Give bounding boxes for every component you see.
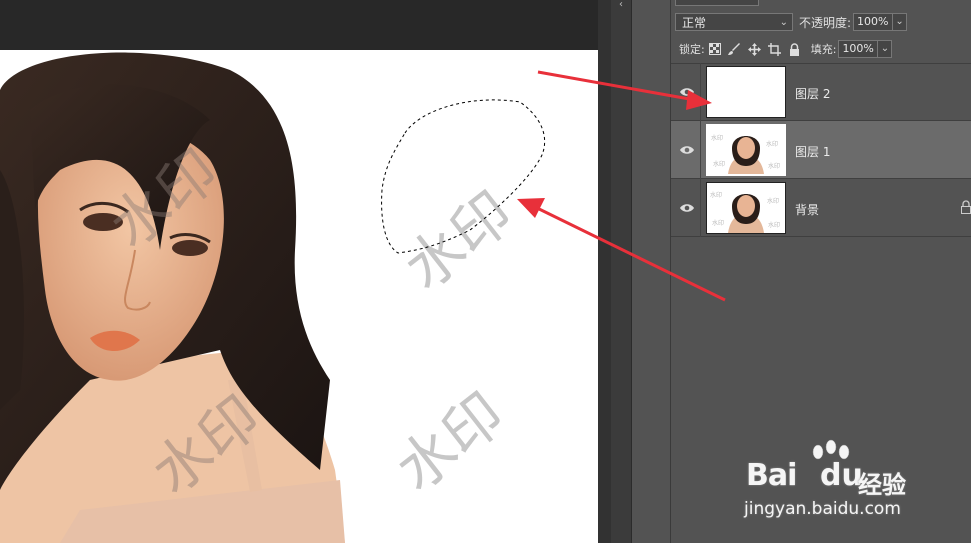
layer-name[interactable]: 背景 [795, 201, 819, 218]
opacity-input[interactable]: 100% [853, 13, 894, 31]
move-icon[interactable] [748, 42, 762, 56]
svg-text:水印: 水印 [713, 160, 725, 168]
opacity-label: 不透明度: [799, 15, 852, 30]
layer-thumbnail: 水印 水印 水印 水印 [706, 124, 786, 176]
eye-icon[interactable] [679, 200, 695, 216]
layer-name[interactable]: 图层 2 [795, 85, 830, 102]
baidu-url: jingyan.baidu.com [744, 499, 901, 519]
layer-lock-icon[interactable] [961, 200, 971, 214]
canvas-watermark: 水印 [392, 178, 525, 303]
svg-text:水印: 水印 [711, 134, 723, 142]
panel-collapse-strip: ‹ [611, 0, 632, 543]
canvas-watermark: 水印 [384, 379, 517, 504]
eye-icon[interactable] [679, 142, 695, 158]
baidu-brand-jingyan: 经验 [858, 471, 906, 499]
layer-filter-dropdown[interactable] [675, 0, 759, 6]
layer-thumbnail [706, 66, 786, 118]
fill-input[interactable]: 100% [838, 40, 879, 58]
layer-name[interactable]: 图层 1 [795, 143, 830, 160]
lock-all-icon[interactable] [788, 42, 802, 56]
canvas-workspace[interactable]: 水印 水印 水印 水印 [0, 0, 611, 543]
panel-dock-gutter [632, 0, 671, 543]
lock-fill-row: 锁定: 填充: 100% ⌄ [671, 39, 971, 59]
document-canvas[interactable]: 水印 水印 水印 水印 [0, 50, 598, 543]
svg-text:水印: 水印 [767, 197, 779, 205]
baidu-brand-bai: Bai [746, 458, 797, 493]
lock-label: 锁定: [679, 43, 705, 56]
artboard-icon[interactable] [768, 42, 782, 56]
fill-label: 填充: [810, 43, 837, 56]
brush-icon[interactable] [728, 42, 742, 56]
chevron-down-icon[interactable]: ⌄ [893, 13, 908, 31]
baidu-brand-du: du [820, 458, 863, 493]
svg-text:水印: 水印 [768, 162, 780, 170]
chevron-down-icon[interactable]: ⌄ [878, 40, 893, 58]
layer-row-layer1[interactable]: 水印 水印 水印 水印 图层 1 [671, 121, 971, 179]
canvas-scroll-edge [598, 0, 611, 543]
svg-text:水印: 水印 [710, 191, 722, 199]
layer-row-layer2[interactable]: 图层 2 [671, 63, 971, 121]
layer-row-background[interactable]: 水印 水印 水印 水印 背景 [671, 179, 971, 237]
svg-text:水印: 水印 [768, 221, 780, 229]
blend-opacity-row: 正常 ⌄ 不透明度: 100% ⌄ [671, 12, 971, 32]
blend-mode-value: 正常 [682, 16, 707, 30]
lock-transparent-icon[interactable] [708, 42, 722, 56]
panel-toggle-icon[interactable]: ‹ [614, 0, 628, 10]
chevron-down-icon: ⌄ [779, 17, 788, 28]
blend-mode-dropdown[interactable]: 正常 ⌄ [675, 13, 793, 31]
svg-text:水印: 水印 [712, 219, 724, 227]
photo-illustration: 水印 水印 水印 水印 [0, 52, 546, 543]
layer-thumbnail: 水印 水印 水印 水印 [706, 182, 786, 234]
svg-text:水印: 水印 [766, 140, 778, 148]
eye-icon[interactable] [679, 84, 695, 100]
